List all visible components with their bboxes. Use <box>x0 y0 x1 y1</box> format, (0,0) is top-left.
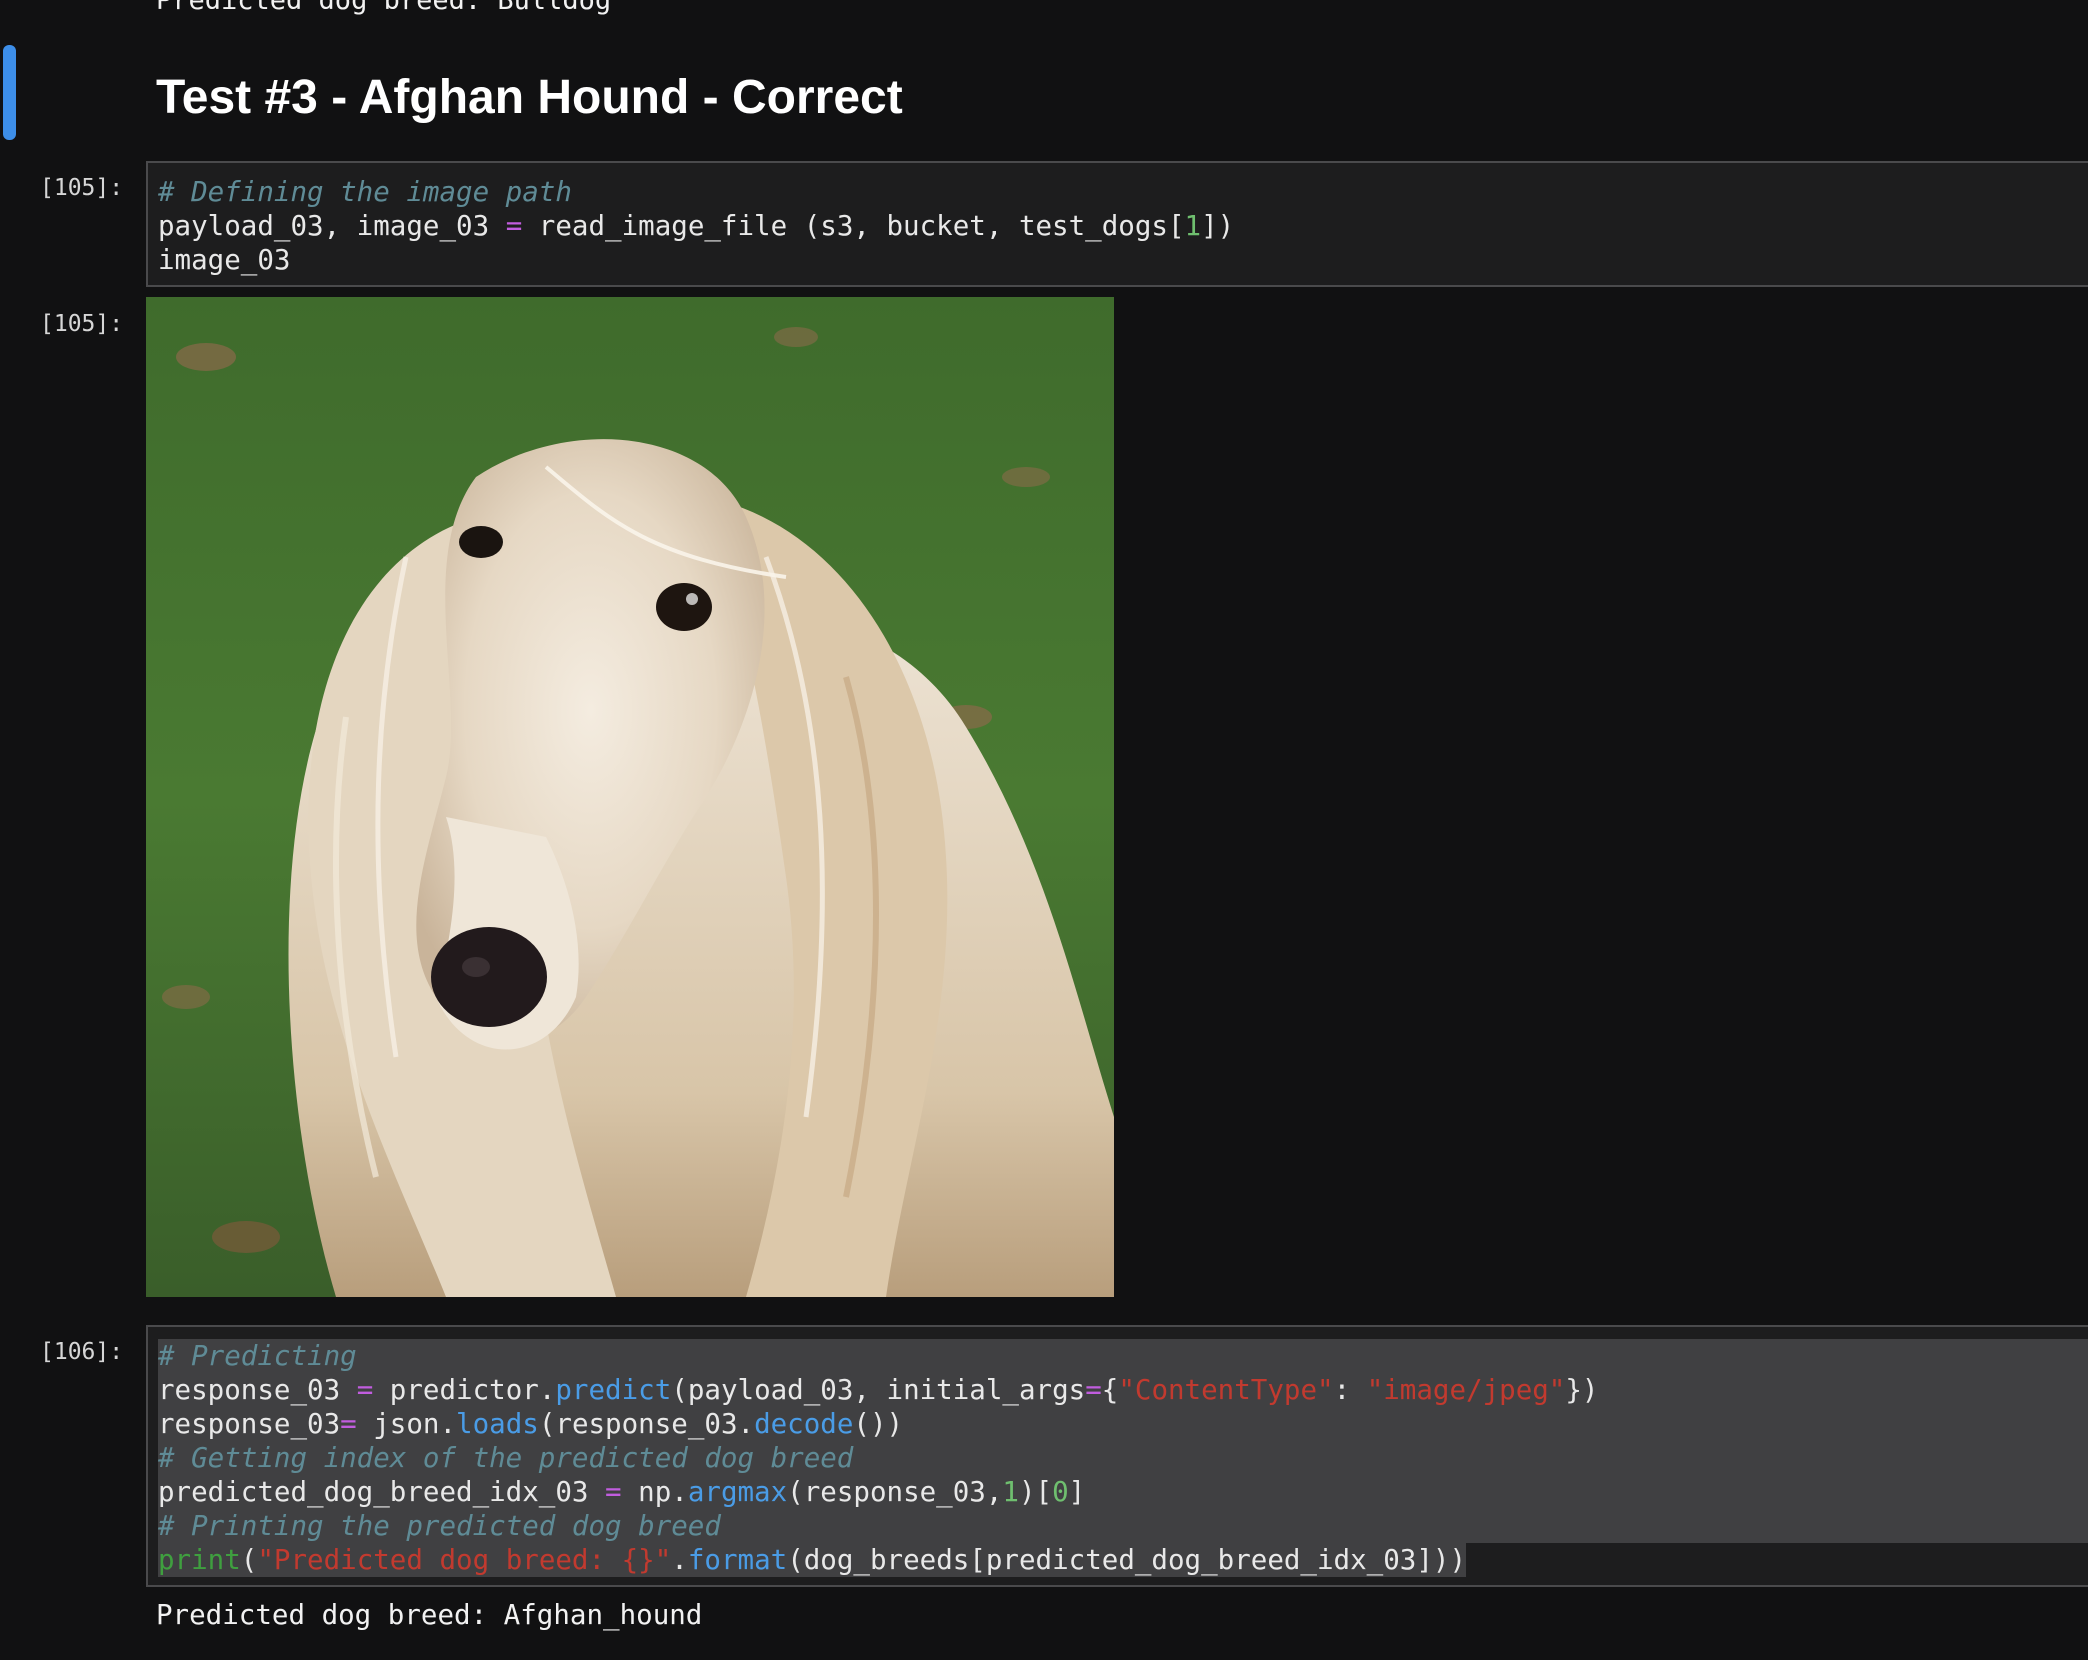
code-function: argmax <box>687 1476 788 1508</box>
cell-105-input-prompt: [105]: <box>40 175 124 201</box>
code-line: image_03 <box>158 243 2078 277</box>
code-token: )[ <box>1018 1476 1053 1508</box>
code-token: : <box>1333 1374 1367 1406</box>
code-line: response_03= json.loads(response_03.deco… <box>158 1407 2078 1441</box>
cell-106-input-prompt: [106]: <box>40 1339 124 1365</box>
code-number: 0 <box>1052 1476 1069 1508</box>
cell-106-stdout: Predicted dog breed: Afghan_hound <box>156 1599 703 1631</box>
code-token: ()) <box>853 1408 904 1440</box>
code-token: ]) <box>1201 210 1235 242</box>
code-token: . <box>671 1544 688 1576</box>
code-token: image_03 <box>158 244 291 276</box>
code-number: 1 <box>1002 1476 1019 1508</box>
code-operator: = <box>605 1476 622 1508</box>
code-line: predicted_dog_breed_idx_03 = np.argmax(r… <box>158 1475 2078 1509</box>
code-comment: # Getting index of the predicted dog bre… <box>158 1442 854 1474</box>
previous-cell-output: Predicted dog breed: Bulldog <box>156 0 612 16</box>
code-string: "Predicted dog breed: {}" <box>257 1544 672 1576</box>
code-cell-105[interactable]: # Defining the image path payload_03, im… <box>146 161 2088 287</box>
code-line: # Predicting <box>158 1339 2078 1373</box>
selected-line: print("Predicted dog breed: {}".format(d… <box>158 1543 1466 1577</box>
code-comment: # Defining the image path <box>158 176 572 208</box>
code-token: ] <box>1068 1476 1086 1508</box>
code-function: loads <box>456 1408 539 1440</box>
code-comment: # Printing the predicted dog breed <box>158 1510 721 1542</box>
cell-105-output-prompt: [105]: <box>40 311 124 337</box>
code-builtin: print <box>158 1544 241 1576</box>
code-line: print("Predicted dog breed: {}".format(d… <box>158 1543 2078 1577</box>
code-token: predicted_dog_breed_idx_03 <box>158 1476 606 1508</box>
code-token: predictor. <box>373 1374 556 1406</box>
code-function: decode <box>754 1408 854 1440</box>
dog-photo-icon <box>146 297 1114 1297</box>
code-token: (payload_03, initial_args <box>671 1374 1086 1406</box>
code-token: (dog_breeds[predicted_dog_breed_idx_03])… <box>787 1544 1466 1576</box>
code-comment: # Predicting <box>158 1340 357 1372</box>
code-token: read_image_file (s3, bucket, test_dogs[ <box>522 210 1185 242</box>
code-line: response_03 = predictor.predict(payload_… <box>158 1373 2078 1407</box>
code-function: format <box>687 1544 788 1576</box>
code-token: np. <box>621 1476 688 1508</box>
code-token: response_03 <box>158 1408 341 1440</box>
code-line: # Printing the predicted dog breed <box>158 1509 2078 1543</box>
code-token: response_03 <box>158 1374 357 1406</box>
code-token: }) <box>1565 1374 1599 1406</box>
markdown-heading: Test #3 - Afghan Hound - Correct <box>156 71 903 124</box>
code-cell-106[interactable]: # Predicting response_03 = predictor.pre… <box>146 1325 2088 1587</box>
dog-image-output <box>146 297 1114 1297</box>
active-cell-indicator[interactable] <box>3 45 16 140</box>
code-token: { <box>1101 1374 1119 1406</box>
code-string: "ContentType" <box>1118 1374 1334 1406</box>
code-operator: = <box>1085 1374 1102 1406</box>
code-string: "image/jpeg" <box>1366 1374 1566 1406</box>
code-token: (response_03. <box>538 1408 755 1440</box>
code-token: (response_03, <box>787 1476 1003 1508</box>
code-function: predict <box>555 1374 672 1406</box>
code-token: payload_03, image_03 <box>158 210 506 242</box>
code-operator: = <box>505 210 523 242</box>
code-line: # Getting index of the predicted dog bre… <box>158 1441 2078 1475</box>
code-operator: = <box>356 1374 374 1406</box>
code-number: 1 <box>1184 210 1202 242</box>
code-line: # Defining the image path <box>158 175 2078 209</box>
code-operator: = <box>340 1408 357 1440</box>
code-line: payload_03, image_03 = read_image_file (… <box>158 209 2078 243</box>
code-token: ( <box>240 1544 258 1576</box>
code-token: json. <box>356 1408 457 1440</box>
